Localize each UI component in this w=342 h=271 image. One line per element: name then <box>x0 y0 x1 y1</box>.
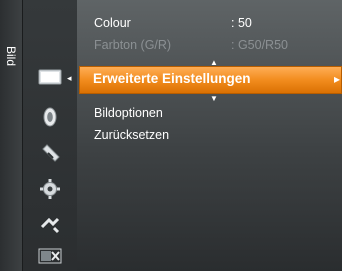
menu-item-zuruecksetzen[interactable]: Zurücksetzen <box>94 128 169 142</box>
menu-icon-column <box>23 0 77 271</box>
menu-item-farbton: Farbton (G/R) <box>94 38 172 52</box>
menu-item-erweiterte-einstellungen[interactable]: ◂ Erweiterte Einstellungen ▸ <box>67 66 342 94</box>
side-tab[interactable]: Bild <box>0 0 23 271</box>
settings-icon[interactable] <box>37 176 63 202</box>
application-icon[interactable] <box>37 243 63 269</box>
menu-item-erweiterte-einstellungen-label: Erweiterte Einstellungen <box>93 71 251 86</box>
side-tab-label: Bild <box>4 46 18 67</box>
menu-item-bildoptionen[interactable]: Bildoptionen <box>94 106 163 120</box>
sound-icon[interactable] <box>37 104 63 130</box>
left-arrow-icon: ◂ <box>67 73 72 83</box>
scroll-down-icon: ▼ <box>210 94 218 103</box>
menu-item-farbton-value: : G50/R50 <box>231 38 288 52</box>
picture-icon[interactable] <box>37 64 63 90</box>
input-icon[interactable] <box>37 211 63 237</box>
scroll-up-icon: ▲ <box>210 58 218 67</box>
menu-item-colour[interactable]: Colour <box>94 16 131 30</box>
tv-menu-screen: Bild Colour: 50 Farbton (G/R): G50/R50… <box>0 0 342 271</box>
right-arrow-icon: ▸ <box>333 72 340 86</box>
menu-item-colour-value: : 50 <box>231 16 252 30</box>
menu-panel: Colour : 50 Farbton (G/R) : G50/R50 Bild… <box>78 0 342 271</box>
channel-icon[interactable] <box>37 141 63 167</box>
